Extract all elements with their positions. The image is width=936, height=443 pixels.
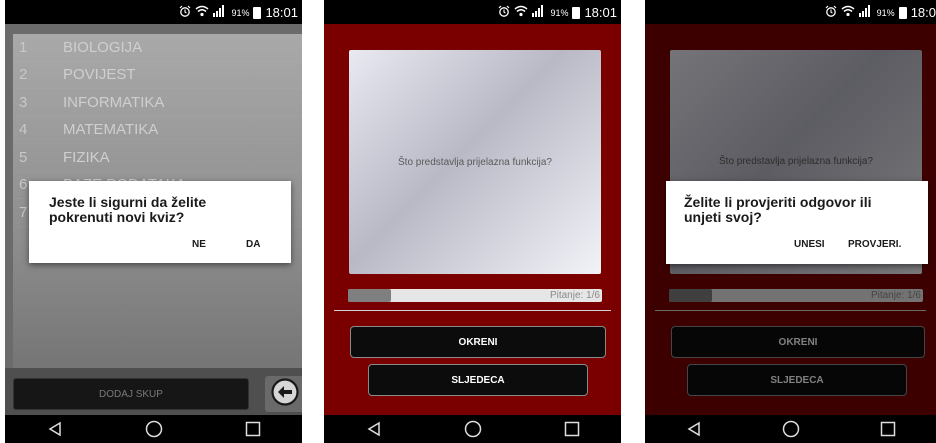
divider	[334, 310, 611, 311]
answer-dialog: Želite li provjeriti odgovor ili unjeti …	[666, 181, 928, 264]
battery-percent: 91%	[550, 7, 569, 18]
nav-recents-icon[interactable]	[868, 421, 908, 437]
battery-icon	[898, 6, 907, 19]
item-number: 3	[19, 93, 28, 111]
nav-recents-icon[interactable]	[233, 421, 273, 437]
clock: 18:01	[584, 5, 617, 20]
dialog-message: Želite li provjeriti odgovor ili unjeti …	[684, 194, 872, 225]
next-button[interactable]: SLJEDECA	[368, 364, 588, 396]
signal-icon	[532, 5, 546, 20]
item-number: 2	[19, 66, 28, 84]
battery-icon	[253, 6, 262, 19]
flashcard[interactable]: Što predstavlja prijelazna funkcija?	[349, 50, 601, 274]
status-bar: 91% 18:01	[5, 0, 302, 24]
signal-icon	[858, 5, 873, 20]
progress-fill	[348, 289, 392, 302]
nav-back-icon[interactable]	[354, 421, 394, 437]
flip-button[interactable]: OKRENI	[350, 326, 606, 358]
question-text: Što predstavlja prijelazna funkcija?	[398, 156, 552, 168]
nav-home-icon[interactable]	[134, 420, 174, 438]
clock: 18:01	[265, 5, 298, 20]
list-item[interactable]: 1 BIOLOGIJA	[13, 34, 302, 62]
nav-home-icon[interactable]	[771, 420, 811, 438]
list-item[interactable]: 3 INFORMATIKA	[13, 89, 302, 117]
clock: 18:0	[910, 5, 936, 20]
add-set-button[interactable]: DODAJ SKUP	[13, 378, 249, 410]
wifi-icon	[195, 5, 209, 20]
nav-bar	[324, 415, 621, 443]
battery-percent: 91%	[876, 7, 895, 18]
back-arrow-button[interactable]	[265, 376, 302, 412]
item-label: MATEMATIKA	[63, 121, 159, 139]
nav-back-icon[interactable]	[35, 421, 75, 437]
progress-label: Pitanje: 1/6	[549, 290, 600, 301]
item-label: INFORMATIKA	[63, 93, 165, 111]
alarm-icon	[825, 5, 837, 20]
yes-button[interactable]: DA	[246, 239, 260, 250]
alarm-icon	[179, 5, 191, 20]
alarm-icon	[498, 5, 510, 20]
back-arrow-icon	[270, 377, 300, 412]
nav-bar	[645, 415, 936, 443]
dialog-message: Jeste li sigurni da želite pokrenuti nov…	[49, 194, 207, 225]
item-number: 4	[19, 121, 28, 139]
wifi-icon	[514, 5, 528, 20]
signal-icon	[213, 5, 227, 20]
battery-icon	[572, 6, 581, 19]
nav-recents-icon[interactable]	[552, 421, 592, 437]
list-item[interactable]: 4 MATEMATIKA	[13, 117, 302, 144]
item-number: 1	[19, 38, 28, 56]
wifi-icon	[841, 5, 855, 20]
progress-bar: Pitanje: 1/6	[348, 289, 602, 302]
no-button[interactable]: NE	[192, 239, 206, 250]
list-item[interactable]: 2 POVIJEST	[13, 62, 302, 89]
item-label: POVIJEST	[63, 66, 136, 84]
nav-bar	[5, 415, 302, 443]
item-label: FIZIKA	[63, 148, 110, 166]
nav-back-icon[interactable]	[674, 421, 714, 437]
confirm-dialog: Jeste li sigurni da želite pokrenuti nov…	[29, 181, 291, 263]
battery-percent: 91%	[231, 7, 250, 18]
status-bar: 91% 18:0	[645, 0, 936, 24]
nav-home-icon[interactable]	[453, 420, 493, 438]
enter-answer-button[interactable]: UNESI	[794, 239, 825, 250]
status-bar: 91% 18:01	[324, 0, 621, 24]
item-label: BIOLOGIJA	[63, 38, 143, 56]
check-answer-button[interactable]: PROVJERI.	[848, 239, 901, 250]
list-item[interactable]: 5 FIZIKA	[13, 144, 302, 172]
phone-screen-3: 91% 18:0 Što predstavlja prijelazna funk…	[645, 0, 936, 443]
phone-screen-1: 91% 18:01 1 BIOLOGIJA 2 POVIJEST 3 INFORMAT…	[5, 0, 302, 443]
item-number: 5	[19, 148, 28, 166]
phone-screen-2: 91% 18:01 Što predstavlja prijelazna fun…	[324, 0, 621, 443]
